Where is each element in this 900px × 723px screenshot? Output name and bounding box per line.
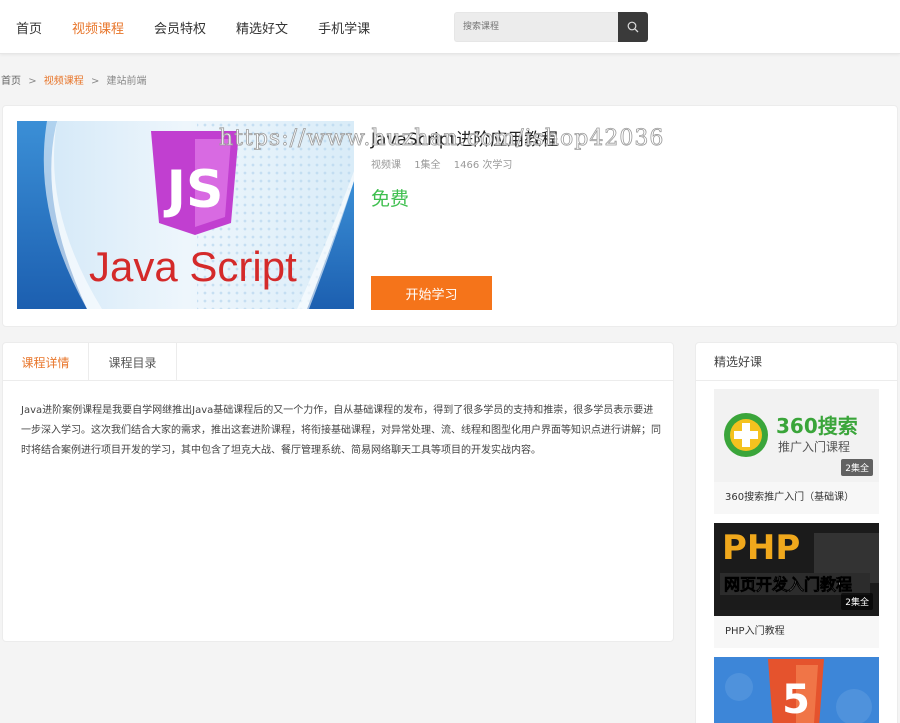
breadcrumb-separator: > <box>28 76 37 87</box>
nav-item-home[interactable]: 首页 <box>16 18 42 37</box>
main-nav: 首页 视频课程 会员特权 精选好文 手机学课 <box>0 0 384 54</box>
recommended-course-card[interactable]: PHP 网页开发入门教程 2集全 PHP入门教程 <box>714 523 879 648</box>
svg-text:360搜索: 360搜索 <box>776 414 858 438</box>
course-thumbnail: PHP 网页开发入门教程 2集全 <box>714 523 879 616</box>
cover-title-text: Java Script <box>89 243 297 290</box>
sidebar-title: 精选好课 <box>696 343 897 381</box>
tab-course-catalog[interactable]: 课程目录 <box>89 343 177 381</box>
course-price: 免费 <box>371 188 410 210</box>
course-episodes: 1集全 <box>414 160 441 171</box>
search-icon <box>627 21 639 33</box>
tab-course-details[interactable]: 课程详情 <box>3 343 89 381</box>
course-thumbnail: 360搜索 推广入门课程 2集全 <box>714 389 879 482</box>
recommended-course-name: 360搜索推广入门（基础课） <box>714 482 879 514</box>
svg-text:网页开发入门教程: 网页开发入门教程 <box>724 575 852 594</box>
svg-text:PHP: PHP <box>722 528 800 568</box>
recommended-course-card[interactable]: 360搜索 推广入门课程 2集全 360搜索推广入门（基础课） <box>714 389 879 514</box>
nav-item-membership[interactable]: 会员特权 <box>154 18 206 37</box>
episode-badge: 2集全 <box>841 459 873 476</box>
course-thumbnail: 5 <box>714 657 879 723</box>
recommended-course-card[interactable]: 5 <box>714 657 879 723</box>
recommended-sidebar: 精选好课 360搜索 推广入门课程 2集全 360搜索推广入门（基础课） PHP <box>695 342 898 723</box>
search-input[interactable] <box>454 12 618 42</box>
recommended-course-name: PHP入门教程 <box>714 616 879 648</box>
nav-item-mobile[interactable]: 手机学课 <box>318 18 370 37</box>
svg-text:5: 5 <box>782 677 810 723</box>
course-meta: 视频课 1集全 1466 次学习 <box>371 156 522 171</box>
breadcrumb-category[interactable]: 视频课程 <box>44 76 84 87</box>
breadcrumb-home[interactable]: 首页 <box>1 76 21 87</box>
detail-tabs: 课程详情 课程目录 <box>3 343 673 381</box>
nav-item-articles[interactable]: 精选好文 <box>236 18 288 37</box>
course-type: 视频课 <box>371 160 401 171</box>
breadcrumb: 首页 > 视频课程 > 建站前端 <box>1 72 147 87</box>
top-header: 首页 视频课程 会员特权 精选好文 手机学课 <box>0 0 900 54</box>
nav-item-video-courses[interactable]: 视频课程 <box>72 18 124 37</box>
svg-text:推广入门课程: 推广入门课程 <box>778 439 850 454</box>
course-detail-panel: 课程详情 课程目录 Java进阶案例课程是我要自学网继推出Java基础课程后的又… <box>2 342 674 642</box>
search-box <box>454 12 648 42</box>
episode-badge: 2集全 <box>841 593 873 610</box>
breadcrumb-current: 建站前端 <box>106 76 147 87</box>
course-description: Java进阶案例课程是我要自学网继推出Java基础课程后的又一个力作，自从基础课… <box>21 405 661 456</box>
watermark-text: https://www.huzhan.com/ishop42036 <box>219 126 665 152</box>
course-learners: 1466 次学习 <box>453 160 513 171</box>
svg-text:JS: JS <box>164 160 224 220</box>
search-button[interactable] <box>618 12 648 42</box>
breadcrumb-separator: > <box>90 76 100 87</box>
start-learning-button[interactable]: 开始学习 <box>371 276 492 310</box>
